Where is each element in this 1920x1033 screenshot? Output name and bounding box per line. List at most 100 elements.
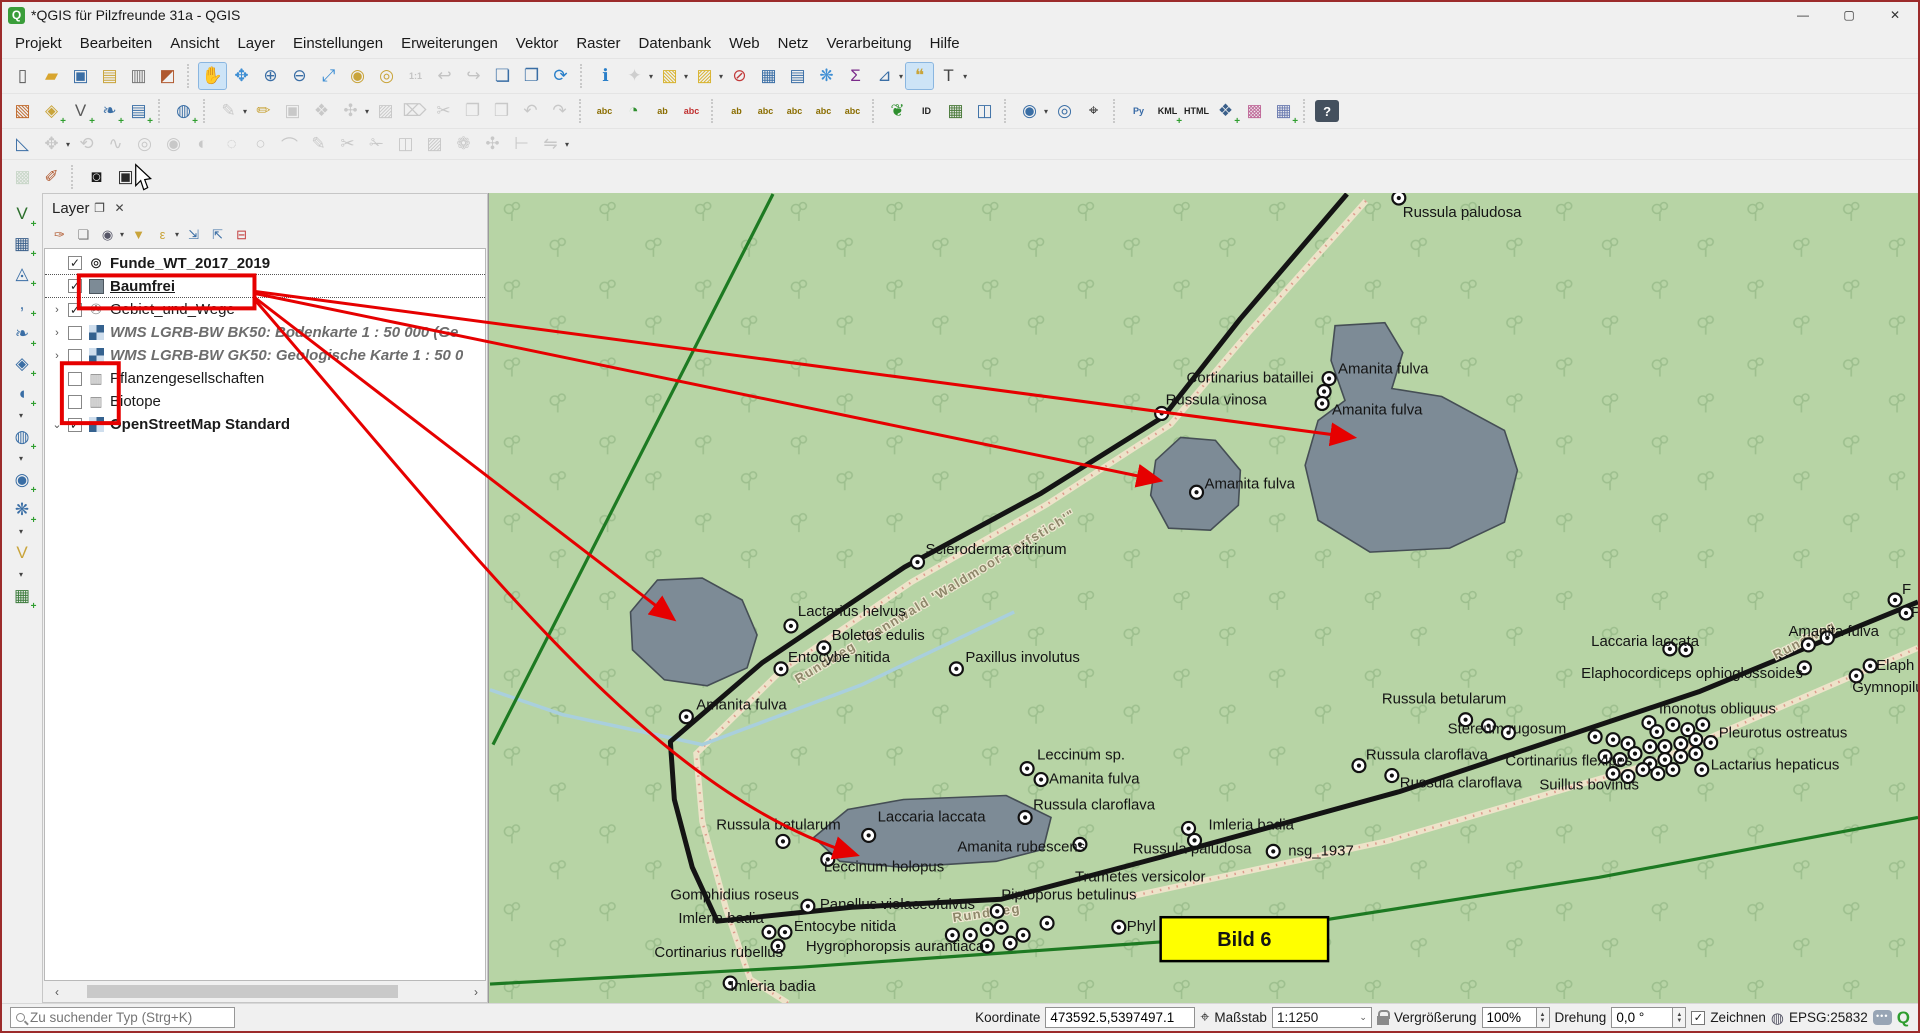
add-spatialite-layer-icon[interactable]: ❧+ [9, 321, 36, 347]
menu-einstellungen[interactable]: Einstellungen [284, 31, 392, 56]
scroll-left-arrow[interactable]: ‹ [49, 985, 65, 999]
add-mesh-layer-icon[interactable]: ◬+ [9, 261, 36, 287]
modify-attributes-icon[interactable]: ▨ [372, 98, 399, 124]
rotation-input[interactable] [1611, 1007, 1673, 1028]
reverse-line-dropdown[interactable]: ▾ [565, 140, 569, 149]
expander-icon[interactable]: › [51, 304, 63, 316]
text-annotation-icon[interactable]: T [935, 63, 962, 89]
python-console-icon[interactable]: Py [1125, 98, 1152, 124]
lock-scale-icon[interactable] [1377, 1016, 1389, 1025]
add-virtual-layer-icon[interactable]: ◈+ [9, 351, 36, 377]
add-vector-layer-icon[interactable]: V+ [9, 201, 36, 227]
fill-ring-icon[interactable]: ◐ [189, 131, 216, 157]
remove-layer-icon[interactable]: ⊟ [231, 224, 252, 245]
magnifier-spinner[interactable]: ▲▼ [1537, 1007, 1550, 1028]
extents-toggle-icon[interactable]: ⌖ [1200, 1009, 1209, 1027]
grass-tools-icon[interactable]: ❦ [884, 98, 911, 124]
pin-unpin-labels-icon[interactable]: ab [723, 98, 750, 124]
magnifier-input[interactable] [1482, 1007, 1537, 1028]
layer-row-gebiet_und_wege[interactable]: ›✓✇Gebiet_und_Wege [45, 298, 485, 321]
add-wms-wmts-layer-dropdown[interactable]: ▾ [19, 454, 23, 463]
menu-ansicht[interactable]: Ansicht [161, 31, 228, 56]
close-button[interactable]: ✕ [1872, 2, 1918, 28]
layer-visibility-checkbox[interactable]: ✓ [68, 418, 82, 432]
layer-labeling-options-icon[interactable]: abc [591, 98, 618, 124]
layer-row-baumfrei[interactable]: ✓Baumfrei [45, 275, 485, 298]
layer-visibility-checkbox[interactable]: ✓ [68, 279, 82, 293]
minimize-button[interactable]: — [1780, 2, 1826, 28]
split-features-icon[interactable]: ✂ [334, 131, 361, 157]
layout-manager-icon[interactable]: ▥ [125, 63, 152, 89]
zoom-last-icon[interactable]: ↩ [431, 63, 458, 89]
cad-tools-icon[interactable]: ◺ [9, 131, 36, 157]
trim-extend-feature-icon[interactable]: ⊢ [508, 131, 535, 157]
layer-row-openstreetmap[interactable]: ⌄✓OpenStreetMap Standard [45, 413, 485, 436]
expander-icon[interactable]: ⌄ [51, 418, 63, 431]
simplify-feature-icon[interactable]: ∿ [102, 131, 129, 157]
layer-visibility-checkbox[interactable] [68, 372, 82, 386]
layer-visibility-checkbox[interactable]: ✓ [68, 256, 82, 270]
menu-web[interactable]: Web [720, 31, 769, 56]
select-by-value-icon[interactable]: ▨ [691, 63, 718, 89]
new-print-layout-icon[interactable]: ▤ [96, 63, 123, 89]
add-postgis-layer-icon[interactable]: ◖+ [9, 381, 36, 407]
split-parts-icon[interactable]: ✁ [363, 131, 390, 157]
delete-part-icon[interactable]: ○ [247, 131, 274, 157]
map-tips-icon[interactable]: ❝ [906, 63, 933, 89]
undo-edit-icon[interactable]: ↶ [517, 98, 544, 124]
zoom-full-extent-icon[interactable]: ⤢ [315, 63, 342, 89]
expander-icon[interactable]: › [51, 350, 63, 362]
metasearch-catalog-icon[interactable]: ◉ [1016, 98, 1043, 124]
delete-ring-icon[interactable]: ◌ [218, 131, 245, 157]
select-features-dropdown[interactable]: ▾ [684, 72, 688, 81]
click-photos-icon[interactable]: ▣ [112, 164, 139, 190]
offset-curve-icon[interactable]: ⌒ [276, 131, 303, 157]
processing-toolbox-icon[interactable]: ❋ [813, 63, 840, 89]
move-feature-dropdown[interactable]: ▾ [66, 140, 70, 149]
add-ring-icon[interactable]: ◎ [131, 131, 158, 157]
menu-verarbeitung[interactable]: Verarbeitung [818, 31, 921, 56]
zoom-next-icon[interactable]: ↪ [460, 63, 487, 89]
change-label-icon[interactable]: abc [839, 98, 866, 124]
zoom-to-selection-icon[interactable]: ◉ [344, 63, 371, 89]
new-project-icon[interactable]: ▯ [9, 63, 36, 89]
deselect-features-icon[interactable]: ⊘ [726, 63, 753, 89]
current-edits-icon[interactable]: ✎ [215, 98, 242, 124]
add-wms-wmts-layer-icon[interactable]: ◍+ [9, 424, 36, 450]
menu-layer[interactable]: Layer [228, 31, 284, 56]
evis-event-browser-icon[interactable]: ▩ [9, 164, 36, 190]
add-wcs-layer-icon[interactable]: ◉+ [9, 467, 36, 493]
rotate-point-symbols-icon[interactable]: ❁ [450, 131, 477, 157]
zoom-to-layer-icon[interactable]: ◎ [373, 63, 400, 89]
filter-by-expression-dropdown[interactable]: ▾ [175, 230, 179, 239]
scroll-right-arrow[interactable]: › [468, 985, 484, 999]
refresh-map-icon[interactable]: ⟳ [547, 63, 574, 89]
scroll-thumb[interactable] [87, 985, 398, 998]
plugin-manager-icon[interactable]: ❖+ [1212, 98, 1239, 124]
search-binoculars-icon[interactable]: ⌖ [1080, 98, 1107, 124]
map-sketch-tool-icon[interactable]: ✐ [38, 164, 65, 190]
panel-float-button[interactable]: ❐ [90, 201, 110, 215]
geo-search-icon[interactable]: ◎ [1051, 98, 1078, 124]
filter-legend-icon[interactable]: ▼ [128, 224, 149, 245]
expander-icon[interactable]: › [51, 327, 63, 339]
statistics-abacus-icon[interactable]: ▤ [784, 63, 811, 89]
filter-by-expression-icon[interactable]: ε [152, 224, 173, 245]
run-feature-action-icon[interactable]: ✦ [621, 63, 648, 89]
zoom-in-icon[interactable]: ⊕ [257, 63, 284, 89]
new-bookmark-icon[interactable]: ❏ [489, 63, 516, 89]
layer-row-pflanzengesellschaften[interactable]: ▥Pflanzengesellschaften [45, 367, 485, 390]
locator-search[interactable] [10, 1007, 235, 1028]
collapse-all-icon[interactable]: ⇱ [207, 224, 228, 245]
add-virtual-table-icon[interactable]: ▦+ [9, 583, 36, 609]
panel-close-button[interactable]: ✕ [110, 201, 130, 215]
metasearch-catalog-dropdown[interactable]: ▾ [1044, 107, 1048, 116]
layer-row-funde_wt_2017_2019[interactable]: ✓⊚Funde_WT_2017_2019 [45, 252, 485, 275]
open-project-icon[interactable]: ▰ [38, 63, 65, 89]
menu-datenbank[interactable]: Datenbank [630, 31, 721, 56]
istsos-plugin-icon[interactable]: ID [913, 98, 940, 124]
reshape-features-icon[interactable]: ✎ [305, 131, 332, 157]
cut-features-icon[interactable]: ✂ [430, 98, 457, 124]
html-tools-icon[interactable]: HTML [1183, 98, 1210, 124]
photo-layer-plugin-icon[interactable]: ▦ [942, 98, 969, 124]
